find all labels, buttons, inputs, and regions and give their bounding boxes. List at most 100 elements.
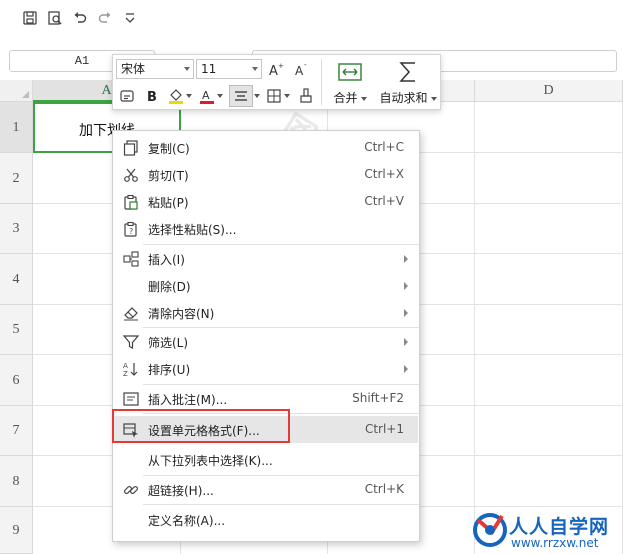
context-menu: 复制(C) Ctrl+C 剪切(T) Ctrl+X 粘贴(P) Ctrl+V ?… xyxy=(112,130,420,542)
menu-item-label: 筛选(L) xyxy=(148,336,189,350)
save-icon[interactable] xyxy=(21,9,39,27)
submenu-arrow-icon xyxy=(404,255,408,263)
row-header-4[interactable]: 4 xyxy=(0,254,33,305)
redo-icon[interactable] xyxy=(96,9,114,27)
menu-item-pick-from-list[interactable]: 从下拉列表中选择(K)... xyxy=(114,446,418,473)
grow-font-button[interactable]: A + xyxy=(265,58,287,80)
svg-text:A: A xyxy=(202,89,210,102)
borders-icon[interactable] xyxy=(263,85,285,107)
menu-item-label: 剪切(T) xyxy=(148,169,189,183)
autosum-label: 自动求和 xyxy=(379,89,436,106)
row-header-6[interactable]: 6 xyxy=(0,355,33,406)
row-header-2[interactable]: 2 xyxy=(0,153,33,204)
menu-item-label: 超链接(H)... xyxy=(148,484,214,498)
fill-color-icon[interactable] xyxy=(165,85,187,107)
grid-line xyxy=(474,102,475,554)
row-header-5[interactable]: 5 xyxy=(0,305,33,355)
svg-text:+: + xyxy=(278,62,284,70)
menu-item-label: 插入(I) xyxy=(148,253,185,267)
menu-item-sort[interactable]: AZ 排序(U) xyxy=(114,355,418,382)
eraser-icon xyxy=(122,304,139,321)
align-dropdown[interactable] xyxy=(254,85,260,107)
menu-item-clear-contents[interactable]: 清除内容(N) xyxy=(114,299,418,326)
paste-special-icon: ? xyxy=(122,220,139,237)
row-header-1[interactable]: 1 xyxy=(0,102,33,153)
submenu-arrow-icon xyxy=(404,309,408,317)
menu-item-paste-special[interactable]: ? 选择性粘贴(S)... xyxy=(114,215,418,242)
menu-item-label: 插入批注(M)... xyxy=(148,393,228,407)
merge-button[interactable]: 合并 xyxy=(331,57,369,107)
sort-icon: AZ xyxy=(122,360,139,377)
toolbar-separator xyxy=(321,59,322,105)
merge-icon xyxy=(338,63,362,81)
quick-access-toolbar xyxy=(0,0,623,36)
menu-item-shortcut: Ctrl+1 xyxy=(364,422,404,436)
menu-item-shortcut: Ctrl+C xyxy=(364,140,404,154)
hyperlink-icon xyxy=(122,481,139,498)
svg-text:B: B xyxy=(147,90,157,104)
menu-item-shortcut: Ctrl+V xyxy=(364,194,404,208)
font-name-select[interactable]: 宋体 xyxy=(116,59,194,79)
menu-item-cut[interactable]: 剪切(T) Ctrl+X xyxy=(114,161,418,188)
format-cells-icon xyxy=(122,421,139,438)
menu-item-label: 选择性粘贴(S)... xyxy=(148,223,237,237)
menu-item-label: 清除内容(N) xyxy=(148,307,215,321)
sum-icon xyxy=(399,62,415,82)
borders-dropdown[interactable] xyxy=(284,85,290,107)
format-painter-icon[interactable] xyxy=(116,85,138,107)
menu-item-label: 复制(C) xyxy=(148,142,190,156)
merge-label: 合并 xyxy=(333,89,366,106)
menu-item-delete[interactable]: 删除(D) xyxy=(114,272,418,299)
menu-item-paste[interactable]: 粘贴(P) Ctrl+V xyxy=(114,188,418,215)
row-header-7[interactable]: 7 xyxy=(0,406,33,456)
menu-item-copy[interactable]: 复制(C) Ctrl+C xyxy=(114,134,418,161)
align-center-icon[interactable] xyxy=(229,85,253,107)
submenu-arrow-icon xyxy=(404,282,408,290)
comment-icon xyxy=(122,390,139,407)
font-color-icon[interactable]: A xyxy=(196,85,218,107)
menu-item-label: 从下拉列表中选择(K)... xyxy=(148,454,273,468)
menu-item-insert[interactable]: 插入(I) xyxy=(114,245,418,272)
autosum-button[interactable]: 自动求和 xyxy=(377,57,439,107)
menu-item-insert-comment[interactable]: 插入批注(M)... Shift+F2 xyxy=(114,385,418,412)
customize-dropdown-icon[interactable] xyxy=(121,9,139,27)
menu-item-label: 定义名称(A)... xyxy=(148,514,226,528)
undo-icon[interactable] xyxy=(71,9,89,27)
svg-text:-: - xyxy=(304,61,307,69)
menu-separator xyxy=(143,504,419,505)
menu-item-shortcut: Shift+F2 xyxy=(352,391,404,405)
row-header-3[interactable]: 3 xyxy=(0,204,33,254)
filter-icon xyxy=(122,333,139,350)
svg-text:A: A xyxy=(269,64,278,77)
menu-item-label: 删除(D) xyxy=(148,280,191,294)
font-size-select[interactable]: 11 xyxy=(196,59,262,79)
svg-text:Z: Z xyxy=(123,370,128,377)
shrink-font-button[interactable]: A- xyxy=(291,58,313,80)
font-size-value: 11 xyxy=(201,62,217,76)
cut-icon xyxy=(122,166,139,183)
font-color-dropdown[interactable] xyxy=(217,85,223,107)
insert-icon xyxy=(122,250,139,267)
svg-text:A: A xyxy=(123,362,128,370)
svg-text:A: A xyxy=(295,64,304,77)
menu-item-hyperlink[interactable]: 超链接(H)... Ctrl+K xyxy=(114,476,418,503)
menu-item-filter[interactable]: 筛选(L) xyxy=(114,328,418,355)
paste-icon xyxy=(122,193,139,210)
submenu-arrow-icon xyxy=(404,365,408,373)
menu-item-define-name[interactable]: 定义名称(A)... xyxy=(114,506,418,533)
bold-button[interactable]: B xyxy=(141,85,163,107)
menu-item-label: 排序(U) xyxy=(148,363,191,377)
menu-item-format-cells[interactable]: 设置单元格格式(F)... Ctrl+1 xyxy=(114,416,418,443)
print-preview-icon[interactable] xyxy=(46,9,64,27)
mini-toolbar: 宋体 11 A + A- B A 合并 自动求和 xyxy=(112,54,441,110)
menu-separator xyxy=(143,413,419,414)
row-header-8[interactable]: 8 xyxy=(0,456,33,507)
column-header-d[interactable]: D xyxy=(475,80,623,102)
row-header-9[interactable]: 9 xyxy=(0,507,33,554)
fill-color-dropdown[interactable] xyxy=(186,85,192,107)
copy-icon xyxy=(122,139,139,156)
menu-item-label: 设置单元格格式(F)... xyxy=(148,424,260,438)
select-all-corner[interactable] xyxy=(0,80,33,102)
menu-item-label: 粘贴(P) xyxy=(148,196,189,210)
clear-format-icon[interactable] xyxy=(295,85,317,107)
